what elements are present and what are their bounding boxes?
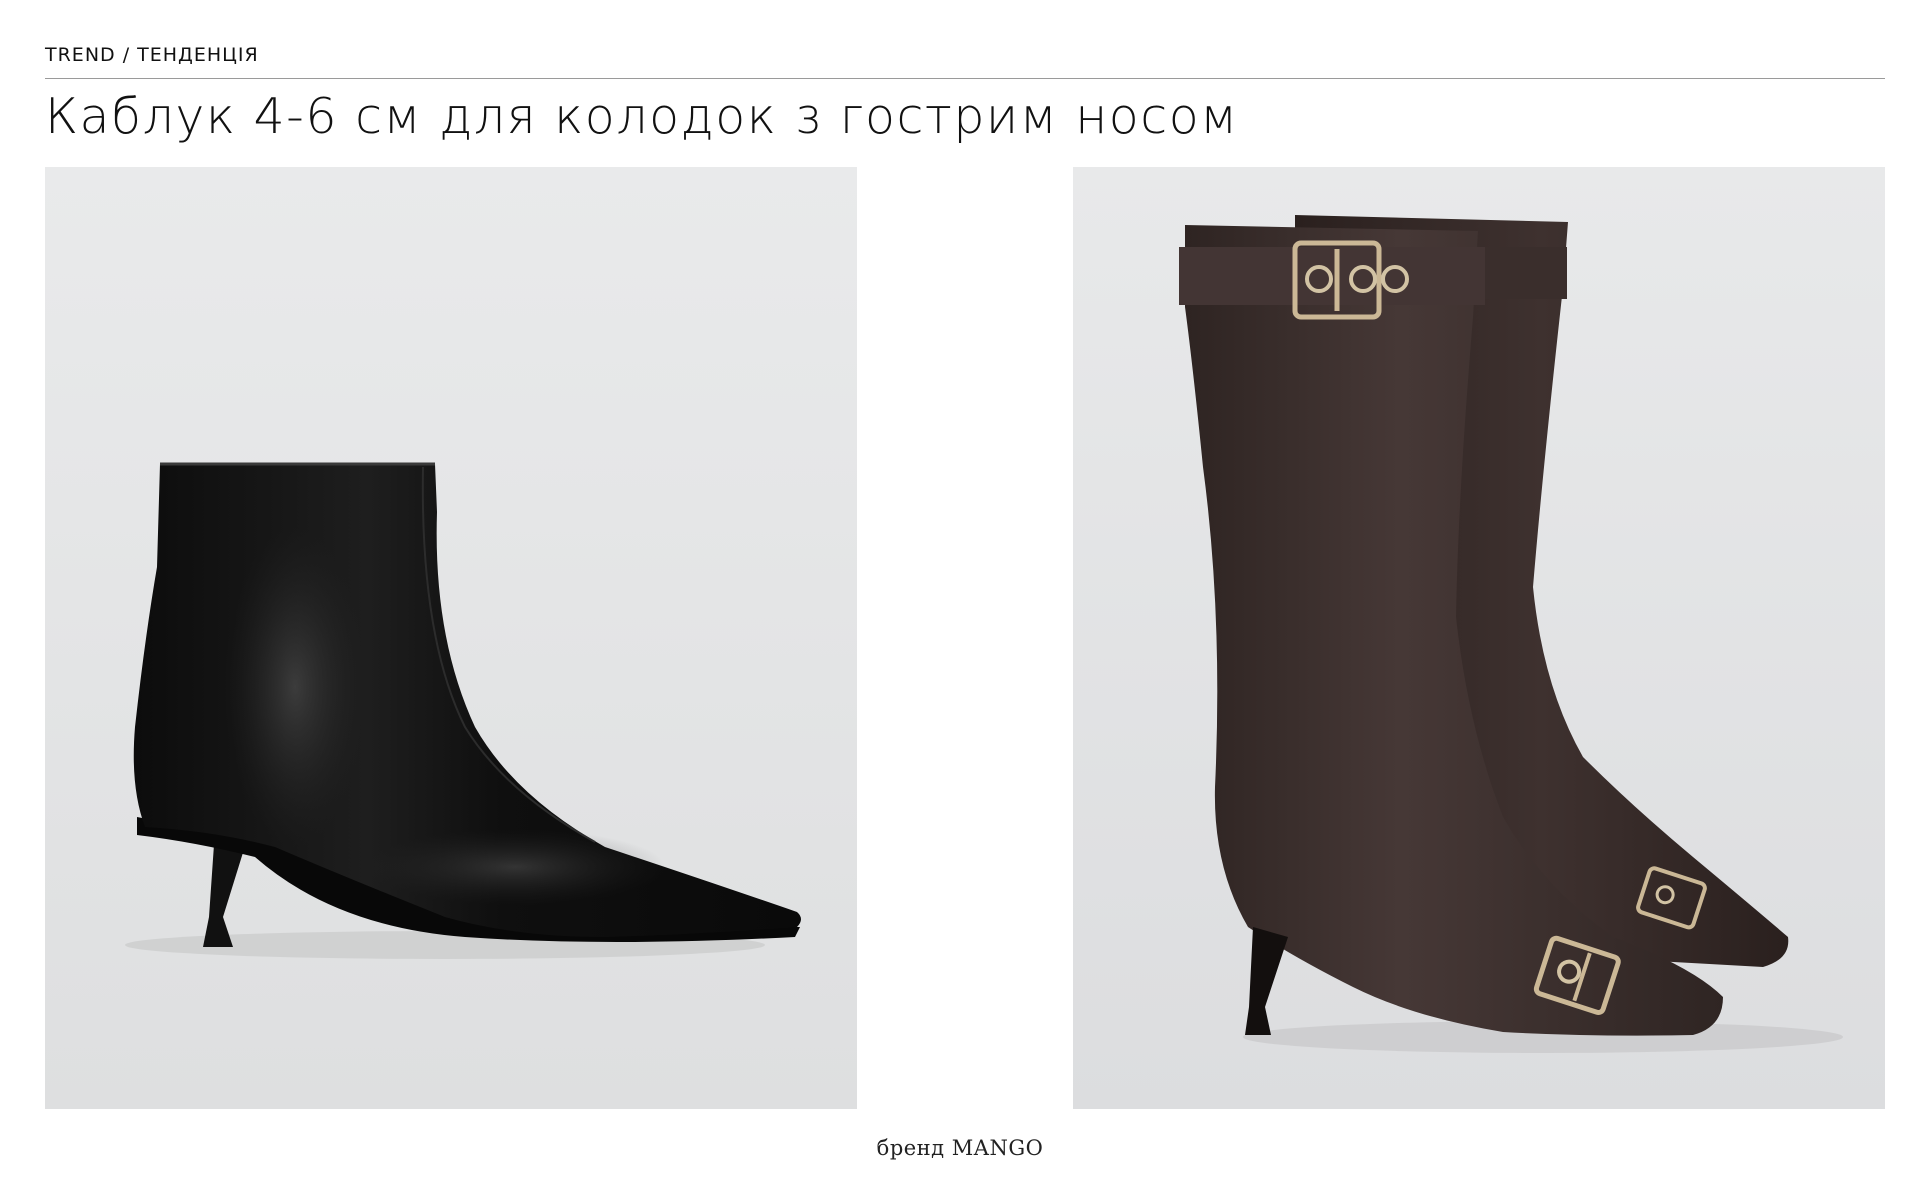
ankle-boot-illustration [45,167,857,1109]
knee-boots-illustration [1073,167,1885,1109]
brand-caption: бренд MANGO [876,1136,1044,1160]
product-image-knee-boots [1073,167,1885,1109]
page-title: Каблук 4-6 см для колодок з гострим носо… [45,88,1239,145]
product-image-ankle-boot [45,167,857,1109]
eyebrow-label: TREND / ТЕНДЕНЦІЯ [45,44,259,66]
header-divider [45,78,1885,79]
